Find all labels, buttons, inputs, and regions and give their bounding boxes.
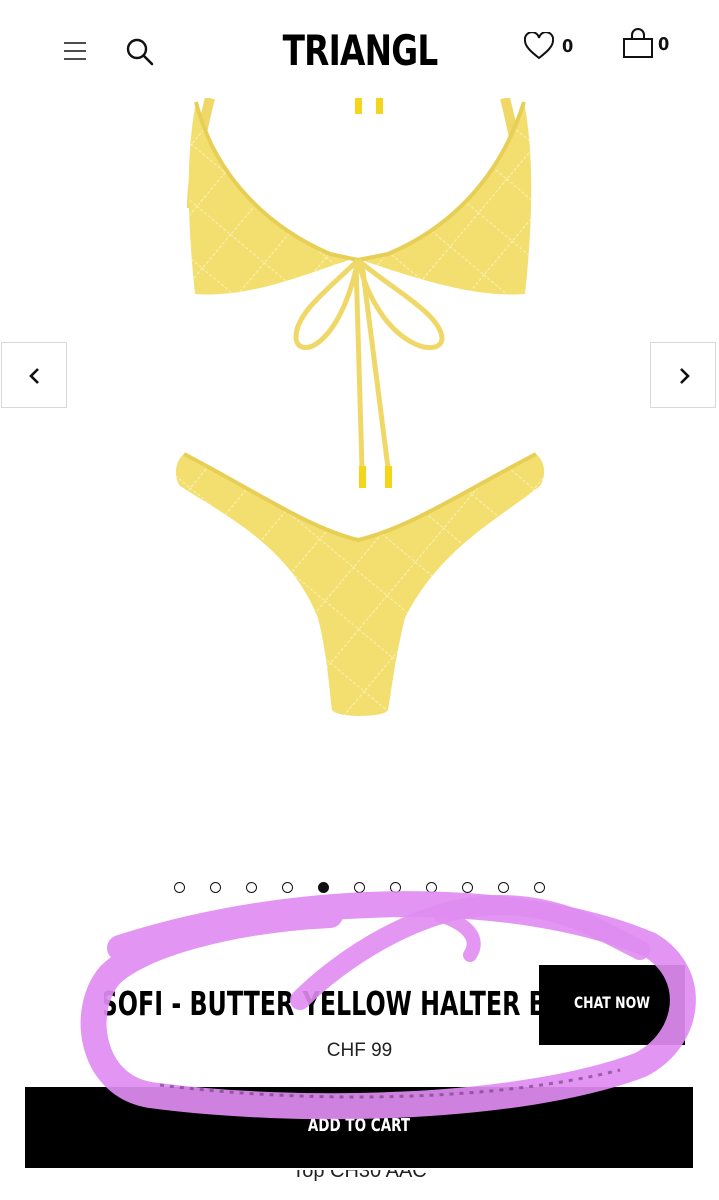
carousel-dot[interactable] [318, 882, 329, 893]
product-image [175, 96, 545, 716]
carousel-dot[interactable] [462, 882, 473, 893]
wishlist-count: 0 [562, 36, 574, 57]
next-image-button[interactable] [650, 342, 716, 408]
product-title: SOFI - BUTTER YELLOW HALTER BIKINI SET [104, 984, 544, 1023]
carousel-dot[interactable] [210, 882, 221, 893]
chat-now-button[interactable]: CHAT NOW [539, 965, 685, 1045]
carousel-dot[interactable] [354, 882, 365, 893]
chevron-right-icon [680, 368, 690, 384]
bag-icon [623, 28, 653, 58]
add-to-cart-button[interactable]: ADD TO CART [25, 1087, 693, 1168]
product-image-gallery[interactable] [0, 96, 719, 868]
carousel-dot[interactable] [498, 882, 509, 893]
chat-now-label: CHAT NOW [574, 993, 650, 1012]
chevron-left-icon [29, 368, 39, 384]
bag-button[interactable]: 0 [622, 28, 682, 62]
carousel-dot[interactable] [282, 882, 293, 893]
wishlist-button[interactable]: 0 [524, 30, 584, 64]
previous-image-button[interactable] [1, 342, 67, 408]
add-to-cart-label: ADD TO CART [307, 1115, 411, 1136]
below-fold-label: Top CH30 AAC [292, 1170, 427, 1182]
product-title-container: SOFI - BUTTER YELLOW HALTER BIKINI SET [104, 970, 544, 1030]
menu-icon[interactable] [64, 41, 86, 61]
site-header: TRIANGL 0 0 [0, 0, 719, 98]
search-icon[interactable] [126, 38, 154, 66]
carousel-dot[interactable] [426, 882, 437, 893]
below-fold-text: Top CH30 AAC [0, 1170, 719, 1200]
carousel-dot[interactable] [390, 882, 401, 893]
carousel-dots [0, 880, 719, 898]
carousel-dot[interactable] [534, 882, 545, 893]
carousel-dot[interactable] [174, 882, 185, 893]
site-logo[interactable]: TRIANGL [274, 26, 446, 75]
bag-count: 0 [658, 34, 670, 55]
heart-icon [524, 32, 554, 60]
carousel-dot[interactable] [246, 882, 257, 893]
